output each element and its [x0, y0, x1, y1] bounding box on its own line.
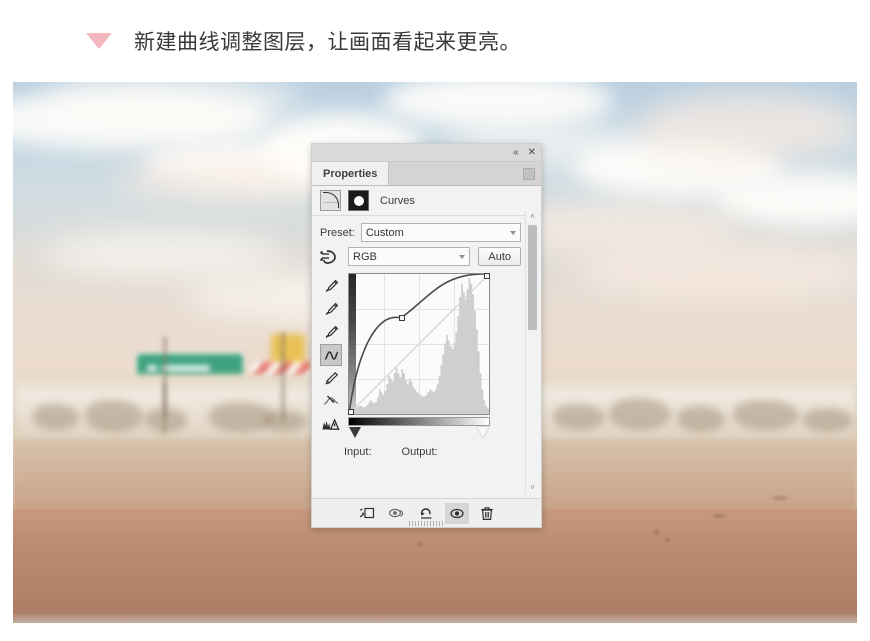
output-label: Output: — [401, 446, 438, 458]
shrub — [609, 398, 671, 430]
channel-value: RGB — [353, 250, 377, 263]
curve-graph[interactable] — [348, 273, 490, 415]
scroll-up-arrow-icon[interactable]: ˄ — [530, 212, 535, 223]
chevron-down-icon — [459, 254, 466, 259]
preset-select[interactable]: Custom — [360, 223, 521, 242]
shrub — [263, 410, 307, 432]
ground-speck — [417, 542, 423, 546]
preset-row: Preset: Custom — [312, 216, 541, 242]
layer-mask-icon[interactable] — [348, 190, 369, 211]
preset-label: Preset: — [320, 226, 355, 239]
curve-control-point-black[interactable] — [348, 409, 354, 415]
adjustment-header: Curves — [312, 186, 541, 216]
caption-text: 新建曲线调整图层，让画面看起来更亮。 — [134, 30, 521, 54]
collapse-panel-icon[interactable]: « — [513, 147, 519, 158]
preset-value: Custom — [365, 226, 404, 239]
panel-scrollbar[interactable]: ˄ ˅ — [525, 212, 539, 494]
gray-point-eyedropper-icon[interactable] — [320, 321, 342, 343]
curve-graph-wrap — [348, 273, 521, 439]
curve-edit-point-tool-icon[interactable] — [320, 344, 342, 366]
ground-speck — [665, 538, 670, 542]
curve-plot — [349, 274, 489, 414]
black-point-slider[interactable] — [349, 427, 361, 438]
panel-titlebar[interactable]: « ✕ — [312, 144, 541, 162]
ground-speck — [653, 530, 660, 535]
targeted-adjustment-icon[interactable] — [320, 249, 340, 265]
shrub — [145, 408, 187, 432]
panel-body: Curves Preset: Custom RGB Auto Input: Ou… — [312, 186, 541, 498]
curve-control-point-mid[interactable] — [399, 315, 405, 321]
shrub — [733, 400, 799, 430]
pencil-draw-curve-tool-icon[interactable] — [320, 367, 342, 389]
view-previous-state-button[interactable] — [385, 503, 409, 524]
ground-speck — [713, 514, 725, 518]
smooth-curve-icon[interactable] — [320, 390, 342, 412]
scroll-track[interactable] — [528, 223, 537, 483]
shrub — [33, 404, 79, 430]
cloud-shape — [633, 92, 857, 162]
sign-post — [281, 332, 285, 422]
channel-select[interactable]: RGB — [348, 247, 471, 266]
tab-properties[interactable]: Properties — [312, 162, 390, 185]
panel-footer — [312, 498, 541, 527]
shrub — [677, 406, 725, 432]
clipping-warning-icon[interactable] — [320, 413, 342, 435]
cloud-shape — [43, 232, 283, 276]
clip-to-layer-button[interactable] — [355, 503, 379, 524]
shrub — [85, 400, 143, 432]
black-point-eyedropper-icon[interactable] — [320, 298, 342, 320]
input-gradient-ramp — [348, 417, 490, 426]
shrub — [553, 404, 605, 430]
auto-button[interactable]: Auto — [478, 247, 521, 266]
input-label: Input: — [344, 446, 372, 458]
delete-adjustment-layer-button[interactable] — [475, 503, 499, 524]
close-panel-icon[interactable]: ✕ — [528, 147, 536, 158]
white-point-slider[interactable] — [477, 427, 489, 438]
panel-menu-icon[interactable] — [523, 168, 535, 180]
curves-grid-icon — [320, 190, 341, 211]
properties-panel[interactable]: « ✕ Properties Curves Preset: Custom RGB… — [311, 143, 542, 528]
curve-area — [312, 266, 541, 439]
screenshot-root: 新建曲线调整图层，让画面看起来更亮。 « ✕ Properties Curves… — [0, 0, 870, 641]
cloud-shape — [573, 242, 857, 302]
scroll-down-arrow-icon[interactable]: ˅ — [530, 483, 535, 494]
panel-resize-grip[interactable] — [408, 521, 445, 526]
shrub — [803, 408, 853, 432]
black-white-point-sliders[interactable] — [348, 427, 490, 439]
sample-in-image-eyedropper-icon[interactable] — [320, 275, 342, 297]
panel-tab-row[interactable]: Properties — [312, 162, 541, 186]
caption-bar: 新建曲线调整图层，让画面看起来更亮。 — [0, 0, 870, 82]
toggle-layer-visibility-button[interactable] — [444, 502, 469, 524]
ground-speck — [773, 496, 787, 500]
chevron-down-icon — [510, 230, 516, 235]
channel-row: RGB Auto — [312, 242, 541, 266]
curve-tools — [320, 273, 342, 439]
curve-control-point-white[interactable] — [484, 273, 490, 279]
scroll-thumb[interactable] — [528, 225, 537, 330]
triangle-down-marker-icon — [86, 33, 112, 49]
input-output-row: Input: Output: — [312, 439, 541, 458]
adjustment-title: Curves — [380, 194, 415, 207]
